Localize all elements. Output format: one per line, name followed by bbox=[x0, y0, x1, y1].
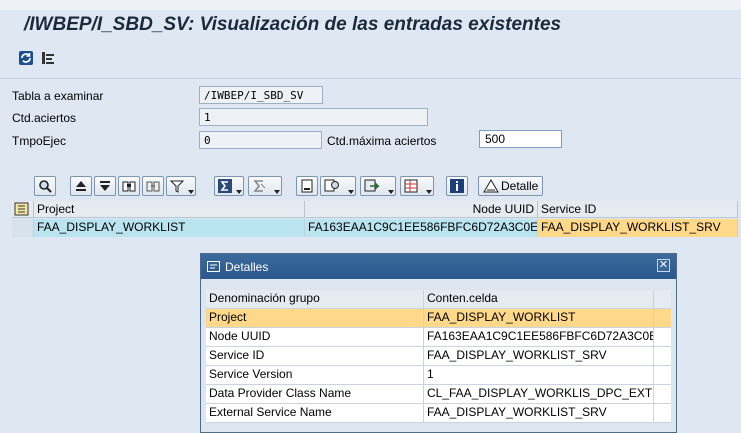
max-hits-label: Ctd.máxima aciertos bbox=[327, 134, 437, 148]
details-cell-value: FA163EAA1C9C1EE586FBFC6D72A3C0E5 bbox=[424, 328, 654, 346]
dialog-title: Detalles bbox=[225, 260, 269, 274]
binoculars-next-icon bbox=[146, 181, 160, 192]
table-row[interactable]: Data Provider Class Name CL_FAA_DISPLAY_… bbox=[206, 385, 671, 404]
details-group-name: Service Version bbox=[206, 366, 424, 384]
table-row-service-id[interactable]: FAA_DISPLAY_WORKLIST_SRV bbox=[538, 219, 738, 237]
filter-icon bbox=[170, 180, 184, 193]
info-button[interactable] bbox=[446, 176, 468, 196]
sort-ascending-icon bbox=[76, 181, 86, 191]
magnifier-icon bbox=[39, 180, 52, 193]
layout-selector-icon bbox=[14, 202, 29, 216]
table-row-project[interactable]: FAA_DISPLAY_WORKLIST bbox=[34, 219, 305, 237]
details-group-name: Service ID bbox=[206, 347, 424, 365]
details-cell-value: CL_FAA_DISPLAY_WORKLIS_DPC_EXT bbox=[424, 385, 654, 403]
row-selector[interactable] bbox=[12, 219, 34, 237]
dialog-titlebar[interactable]: Detalles ✕ bbox=[201, 254, 676, 279]
table-row[interactable]: Node UUID FA163EAA1C9C1EE586FBFC6D72A3C0… bbox=[206, 328, 671, 347]
table-row[interactable]: Service ID FAA_DISPLAY_WORKLIST_SRV bbox=[206, 347, 671, 366]
details-header-group[interactable]: Denominación grupo bbox=[206, 290, 424, 308]
print-preview-button[interactable] bbox=[296, 176, 318, 196]
table-row[interactable]: External Service Name FAA_DISPLAY_WORKLI… bbox=[206, 404, 671, 423]
page-title: /IWBEP/I_SBD_SV: Visualización de las en… bbox=[24, 14, 562, 35]
details-group-name: Node UUID bbox=[206, 328, 424, 346]
hits-field: 1 bbox=[199, 108, 428, 126]
layout-selector-cell[interactable] bbox=[12, 201, 34, 218]
column-header-service-id[interactable]: Service ID bbox=[538, 201, 738, 218]
table-view-icon bbox=[404, 179, 418, 193]
header-separator bbox=[0, 78, 741, 79]
details-cell-value: FAA_DISPLAY_WORKLIST_SRV bbox=[424, 347, 654, 365]
detail-button[interactable]: Detalle bbox=[478, 176, 544, 196]
detail-button-label: Detalle bbox=[501, 179, 539, 193]
runtime-label: TmpoEjec bbox=[12, 134, 67, 148]
max-hits-input[interactable]: 500 bbox=[479, 130, 562, 148]
detail-icon bbox=[483, 179, 499, 193]
zoom-button[interactable] bbox=[34, 176, 56, 196]
details-dialog: Detalles ✕ Denominación grupo Conten.cel… bbox=[200, 253, 677, 433]
technical-settings-icon[interactable] bbox=[40, 50, 56, 66]
layout-button[interactable] bbox=[320, 176, 356, 196]
column-header-project[interactable]: Project bbox=[34, 201, 305, 218]
details-group-name: Data Provider Class Name bbox=[206, 385, 424, 403]
filter-button[interactable] bbox=[166, 176, 196, 196]
runtime-field: 0 bbox=[199, 131, 322, 149]
info-icon bbox=[450, 179, 464, 193]
sum-icon bbox=[218, 179, 232, 193]
export-button[interactable] bbox=[360, 176, 396, 196]
total-button[interactable] bbox=[214, 176, 244, 196]
subtotal-button[interactable] bbox=[248, 176, 282, 196]
close-icon[interactable]: ✕ bbox=[657, 259, 670, 272]
view-button[interactable] bbox=[400, 176, 434, 196]
details-header-row: Denominación grupo Conten.celda bbox=[206, 290, 671, 309]
layout-icon bbox=[324, 179, 339, 192]
column-header-node-uuid[interactable]: Node UUID bbox=[305, 201, 538, 218]
print-preview-icon bbox=[301, 179, 313, 193]
table-field: /IWBEP/I_SBD_SV bbox=[199, 86, 323, 104]
details-cell-value: FAA_DISPLAY_WORKLIST_SRV bbox=[424, 404, 654, 422]
details-cell-value: FAA_DISPLAY_WORKLIST bbox=[424, 309, 654, 327]
details-group-name: External Service Name bbox=[206, 404, 424, 422]
sort-ascending-button[interactable] bbox=[70, 176, 92, 196]
binoculars-icon bbox=[122, 181, 136, 192]
table-row[interactable]: Service Version 1 bbox=[206, 366, 671, 385]
sort-descending-icon bbox=[100, 181, 110, 191]
table-row-node-uuid[interactable]: FA163EAA1C9C1EE586FBFC6D72A3C0E5 bbox=[305, 219, 538, 237]
sort-descending-button[interactable] bbox=[94, 176, 116, 196]
refresh-icon[interactable] bbox=[18, 50, 34, 66]
find-next-button[interactable] bbox=[142, 176, 164, 196]
subtotal-icon bbox=[253, 180, 266, 192]
hits-label: Ctd.aciertos bbox=[12, 111, 77, 125]
find-button[interactable] bbox=[118, 176, 140, 196]
top-strip bbox=[0, 0, 741, 10]
export-icon bbox=[364, 179, 380, 192]
details-header-value[interactable]: Conten.celda bbox=[424, 290, 654, 308]
details-window-icon bbox=[207, 261, 220, 272]
table-row[interactable]: Project FAA_DISPLAY_WORKLIST bbox=[206, 309, 671, 328]
details-group-name: Project bbox=[206, 309, 424, 327]
details-cell-value: 1 bbox=[424, 366, 654, 384]
table-label: Tabla a examinar bbox=[12, 89, 104, 103]
